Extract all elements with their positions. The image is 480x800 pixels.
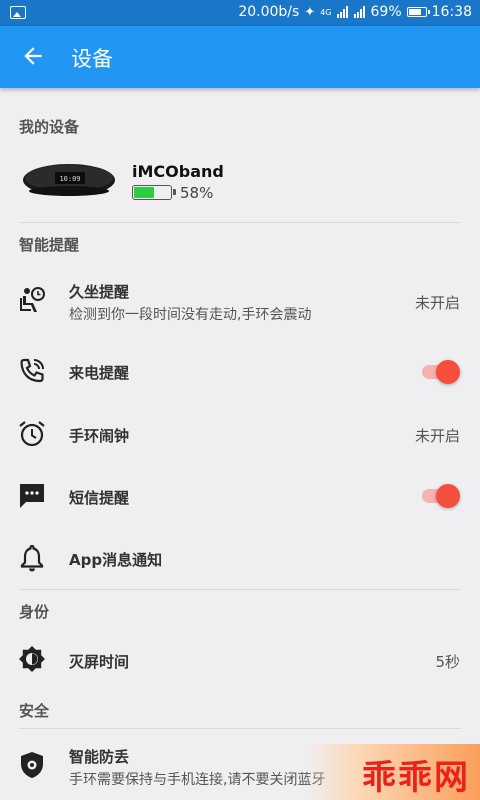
section-title-identity: 身份 xyxy=(19,603,50,621)
fitness-band-image: 10:09 xyxy=(23,164,115,196)
row-screen-off-time[interactable]: 灭屏时间 5秒 xyxy=(0,630,480,690)
bell-icon xyxy=(20,544,44,572)
device-battery-icon xyxy=(132,185,176,200)
row-call-reminder[interactable]: 来电提醒 xyxy=(0,342,480,402)
sms-reminder-label: 短信提醒 xyxy=(69,489,130,507)
sms-reminder-toggle[interactable] xyxy=(420,484,460,508)
watermark-text: 乖乖网 xyxy=(362,758,470,798)
status-bar: 20.00b/s ✦ 4G 69% 16:38 xyxy=(0,0,480,26)
image-notification-icon xyxy=(10,6,26,19)
sedentary-reminder-subtitle: 检测到你一段时间没有走动,手环会震动 xyxy=(69,307,312,323)
divider xyxy=(19,728,461,729)
battery-icon xyxy=(406,7,430,17)
sedentary-reminder-label: 久坐提醒 xyxy=(69,283,130,301)
row-sedentary-reminder[interactable]: 久坐提醒 检测到你一段时间没有走动,手环会震动 未开启 xyxy=(0,272,480,332)
clock: 16:38 xyxy=(431,4,472,20)
signal-icon-2 xyxy=(353,6,366,18)
row-sms-reminder[interactable]: 短信提醒 xyxy=(0,466,480,526)
phone-ring-icon xyxy=(20,358,44,383)
call-reminder-toggle[interactable] xyxy=(420,360,460,384)
network-type: 4G xyxy=(320,7,332,17)
anti-lost-label: 智能防丢 xyxy=(69,748,130,766)
band-alarm-label: 手环闹钟 xyxy=(69,427,130,445)
band-screen-time: 10:09 xyxy=(59,175,80,183)
signal-icon xyxy=(336,6,349,18)
brightness-icon xyxy=(19,646,45,672)
section-title-my-devices: 我的设备 xyxy=(19,118,80,136)
app-notifications-label: App消息通知 xyxy=(69,551,163,569)
site-watermark: 乖乖网 xyxy=(306,744,480,800)
row-band-alarm[interactable]: 手环闹钟 未开启 xyxy=(0,404,480,464)
app-bar: 设备 xyxy=(0,26,480,88)
status-bar-right: 20.00b/s ✦ 4G 69% 16:38 xyxy=(238,4,472,20)
network-speed: 20.00b/s xyxy=(238,4,300,20)
arrow-left-icon[interactable] xyxy=(20,43,46,69)
shield-icon xyxy=(21,752,43,778)
section-title-smart-reminders: 智能提醒 xyxy=(19,236,80,254)
bluetooth-icon: ✦ xyxy=(304,4,316,20)
band-alarm-value: 未开启 xyxy=(414,427,460,445)
sedentary-reminder-value: 未开启 xyxy=(414,294,460,312)
toggle-knob xyxy=(436,360,460,384)
anti-lost-subtitle: 手环需要保持与手机连接,请不要关闭蓝牙 xyxy=(69,772,326,788)
page-title: 设备 xyxy=(71,47,113,71)
toggle-knob xyxy=(436,484,460,508)
divider xyxy=(19,222,461,223)
sms-icon xyxy=(20,484,44,508)
call-reminder-label: 来电提醒 xyxy=(69,364,130,382)
device-battery-percent: 58% xyxy=(180,184,214,202)
screen-off-time-value: 5秒 xyxy=(435,653,460,671)
divider xyxy=(19,589,461,590)
device-battery-fill xyxy=(134,187,155,198)
screen-off-time-label: 灭屏时间 xyxy=(69,653,130,671)
section-title-security: 安全 xyxy=(19,702,50,720)
alarm-clock-icon xyxy=(19,421,45,447)
sedentary-icon xyxy=(20,287,45,312)
battery-percent: 69% xyxy=(370,4,402,20)
row-app-notifications[interactable]: App消息通知 xyxy=(0,528,480,588)
device-name: iMCOband xyxy=(132,162,224,181)
